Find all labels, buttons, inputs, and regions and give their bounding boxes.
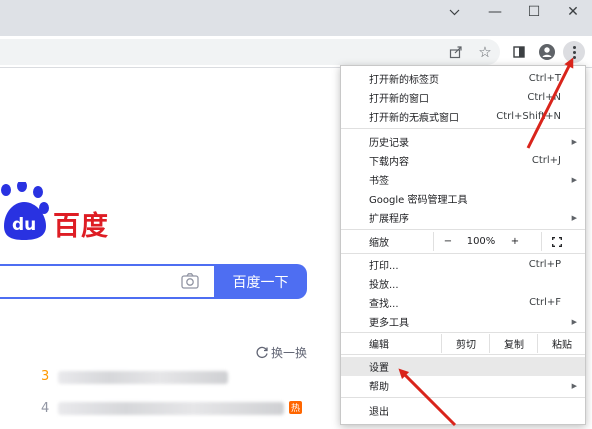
menu-shortcut: Ctrl+T (528, 73, 561, 84)
menu-divider (341, 229, 585, 230)
menu-item-label: 投放... (369, 280, 399, 291)
menu-item-label: 打开新的标签页 (369, 75, 439, 86)
minimize-button[interactable]: — (475, 0, 515, 24)
cut-button[interactable]: 剪切 (441, 334, 490, 353)
refresh-hot-list[interactable]: 换一换 (256, 344, 307, 361)
bookmark-star-icon[interactable]: ☆ (475, 42, 495, 62)
menu-item-cast[interactable]: 投放... (341, 274, 585, 293)
menu-item-label: Google 密码管理工具 (369, 195, 468, 206)
menu-item-extensions[interactable]: 扩展程序 ▶ (341, 208, 585, 227)
menu-item-label: 书签 (369, 176, 389, 187)
refresh-label: 换一换 (271, 346, 308, 360)
submenu-arrow-icon: ▶ (571, 381, 577, 390)
menu-divider (341, 354, 585, 355)
menu-item-label: 打开新的窗口 (369, 94, 429, 105)
menu-item-label: 设置 (369, 363, 389, 374)
menu-item-label: 打印... (369, 261, 399, 272)
menu-item-exit[interactable]: 退出 (341, 401, 585, 420)
profile-icon[interactable] (537, 42, 557, 62)
menu-item-label: 更多工具 (369, 318, 409, 329)
three-dots-vertical-icon[interactable] (563, 41, 585, 63)
close-button[interactable]: ✕ (553, 0, 592, 24)
menu-shortcut: Ctrl+J (531, 155, 561, 166)
hot-item-blurred[interactable] (58, 371, 228, 384)
menu-item-label: 退出 (369, 407, 389, 418)
zoom-in-button[interactable]: + (501, 232, 529, 251)
submenu-arrow-icon: ▶ (571, 175, 577, 184)
menu-divider (341, 397, 585, 398)
hot-rank-3: 3 (41, 369, 50, 384)
submenu-arrow-icon: ▶ (571, 137, 577, 146)
maximize-button[interactable]: ☐ (514, 0, 554, 24)
search-button[interactable]: 百度一下 (214, 264, 307, 299)
menu-item-more-tools[interactable]: 更多工具 ▶ (341, 312, 585, 331)
menu-item-label: 扩展程序 (369, 214, 409, 225)
menu-item-new-incognito-window[interactable]: 打开新的无痕式窗口 Ctrl+Shift+N (341, 107, 585, 126)
menu-divider (341, 253, 585, 254)
baidu-logo-text: 百度 (53, 211, 109, 242)
chrome-main-menu: 打开新的标签页 Ctrl+T 打开新的窗口 Ctrl+N 打开新的无痕式窗口 C… (340, 65, 586, 425)
menu-item-label: 缩放 (369, 238, 389, 249)
menu-item-label: 帮助 (369, 382, 389, 393)
menu-item-new-tab[interactable]: 打开新的标签页 Ctrl+T (341, 69, 585, 88)
svg-text:du: du (12, 215, 36, 235)
camera-icon[interactable] (180, 272, 200, 290)
hot-rank-4: 4 (41, 401, 50, 416)
fullscreen-icon[interactable] (541, 232, 572, 251)
menu-item-label: 编辑 (369, 340, 389, 351)
chevron-down-icon[interactable] (434, 0, 474, 24)
menu-item-history[interactable]: 历史记录 ▶ (341, 132, 585, 151)
zoom-out-button[interactable]: − (433, 232, 462, 251)
menu-item-new-window[interactable]: 打开新的窗口 Ctrl+N (341, 88, 585, 107)
address-bar[interactable] (0, 39, 500, 65)
menu-shortcut: Ctrl+N (527, 92, 561, 103)
submenu-arrow-icon: ▶ (571, 213, 577, 222)
menu-shortcut: Ctrl+F (529, 297, 561, 308)
menu-item-find[interactable]: 查找... Ctrl+F (341, 293, 585, 312)
hot-item-blurred[interactable] (58, 402, 284, 415)
menu-item-bookmarks[interactable]: 书签 ▶ (341, 170, 585, 189)
menu-item-label: 查找... (369, 299, 399, 310)
side-panel-icon[interactable] (509, 42, 529, 62)
menu-item-edit: 编辑 剪切 复制 粘贴 (341, 334, 585, 353)
browser-toolbar (0, 36, 592, 68)
menu-item-settings[interactable]: 设置 (341, 357, 585, 376)
menu-shortcut: Ctrl+P (528, 259, 561, 270)
menu-item-print[interactable]: 打印... Ctrl+P (341, 255, 585, 274)
window-titlebar: — ☐ ✕ (0, 0, 592, 36)
menu-item-label: 打开新的无痕式窗口 (369, 113, 459, 124)
menu-item-help[interactable]: 帮助 ▶ (341, 376, 585, 395)
menu-item-password-manager[interactable]: Google 密码管理工具 (341, 189, 585, 208)
menu-item-label: 历史记录 (369, 138, 409, 149)
submenu-arrow-icon: ▶ (571, 317, 577, 326)
menu-item-zoom: 缩放 − 100% + (341, 232, 585, 251)
baidu-paw-logo: du (1, 182, 49, 240)
copy-button[interactable]: 复制 (489, 334, 538, 353)
menu-item-label: 下载内容 (369, 157, 409, 168)
zoom-level: 100% (466, 236, 496, 247)
menu-divider (341, 128, 585, 129)
menu-shortcut: Ctrl+Shift+N (496, 111, 561, 122)
menu-item-downloads[interactable]: 下载内容 Ctrl+J (341, 151, 585, 170)
paste-button[interactable]: 粘贴 (537, 334, 586, 353)
hot-badge: 热 (289, 401, 302, 414)
share-icon[interactable] (446, 42, 466, 62)
menu-divider (341, 332, 585, 333)
refresh-icon (256, 346, 268, 359)
